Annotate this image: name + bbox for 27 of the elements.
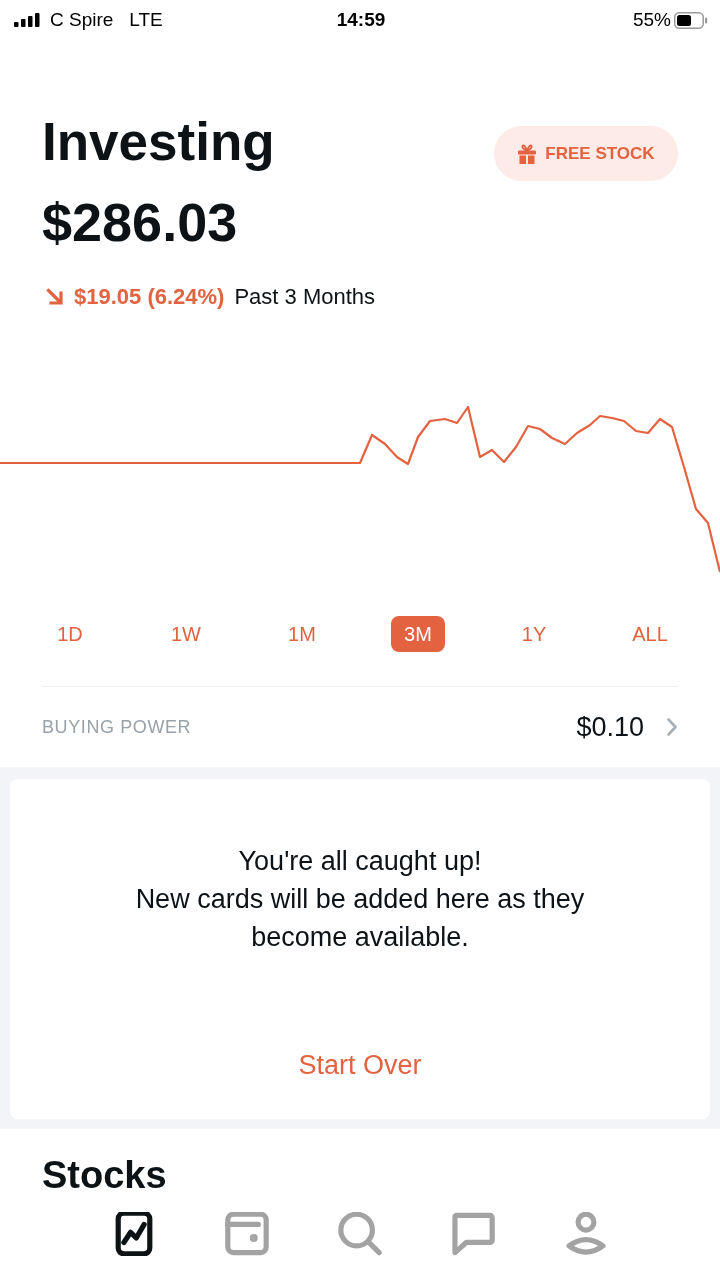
search-icon[interactable] (338, 1212, 382, 1256)
range-tab[interactable]: ALL (619, 616, 681, 652)
buying-power-value[interactable]: $0.10 (576, 711, 644, 743)
battery-percent: 55% (632, 9, 671, 31)
gift-icon (517, 143, 538, 164)
start-over-button[interactable]: Start Over (298, 1046, 422, 1084)
wallet-icon[interactable] (225, 1212, 269, 1256)
range-tab[interactable]: 1M (275, 616, 329, 652)
change-amount: $19.05 (6.24%) (74, 284, 225, 310)
range-tab[interactable]: 1W (158, 616, 214, 652)
section-heading: Stocks (42, 1153, 167, 1197)
chat-bubble-icon[interactable] (451, 1212, 495, 1256)
portfolio-balance: $286.03 (42, 192, 238, 252)
change-period: Past 3 Months (234, 284, 376, 310)
network-type: LTE (129, 9, 163, 31)
page-title: Investing (42, 112, 275, 172)
range-tab[interactable]: 3M (391, 616, 445, 652)
buying-power-label: BUYING POWER (42, 716, 192, 738)
clock-time: 14:59 (336, 9, 386, 31)
free-stock-button[interactable]: FREE STOCK (494, 126, 678, 181)
person-icon[interactable] (564, 1212, 608, 1256)
range-tab[interactable]: 1Y (508, 616, 560, 652)
caught-up-message: You're all caught up! New cards will be added here as they become available. (134, 845, 586, 954)
carrier-name: C Spire (50, 9, 114, 31)
range-tab[interactable]: 1D (44, 616, 96, 652)
battery-icon (674, 11, 708, 29)
chevron-right-icon[interactable] (666, 717, 678, 737)
